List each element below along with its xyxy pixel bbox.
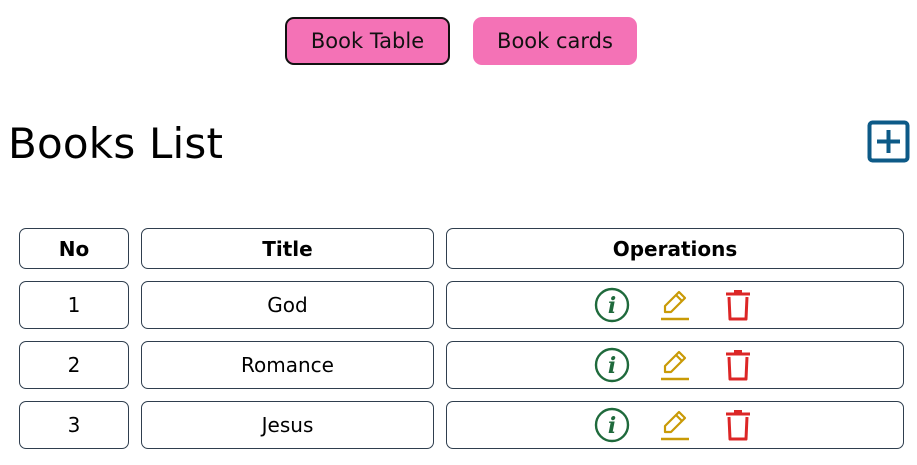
header-no: No bbox=[19, 228, 129, 269]
delete-button[interactable] bbox=[718, 285, 758, 325]
info-button[interactable]: i bbox=[592, 285, 632, 325]
delete-button[interactable] bbox=[718, 345, 758, 385]
svg-text:i: i bbox=[608, 293, 616, 319]
info-circle-icon: i bbox=[594, 287, 630, 323]
row-operations: i bbox=[446, 281, 904, 329]
info-circle-icon: i bbox=[594, 407, 630, 443]
row-operations: i bbox=[446, 341, 904, 389]
edit-button[interactable] bbox=[655, 405, 695, 445]
edit-pencil-icon bbox=[659, 348, 691, 382]
view-toggle: Book Table Book cards bbox=[0, 17, 917, 67]
delete-button[interactable] bbox=[718, 405, 758, 445]
header-title: Title bbox=[141, 228, 434, 269]
trash-icon bbox=[725, 289, 751, 321]
trash-icon bbox=[725, 349, 751, 381]
edit-button[interactable] bbox=[655, 345, 695, 385]
row-title: God bbox=[141, 281, 434, 329]
add-book-button[interactable] bbox=[867, 120, 910, 163]
edit-pencil-icon bbox=[659, 408, 691, 442]
row-no: 1 bbox=[19, 281, 129, 329]
page-title: Books List bbox=[8, 119, 224, 168]
row-title: Jesus bbox=[141, 401, 434, 449]
header-operations: Operations bbox=[446, 228, 904, 269]
book-table-button[interactable]: Book Table bbox=[285, 17, 450, 65]
plus-square-icon bbox=[867, 120, 910, 163]
svg-text:i: i bbox=[608, 413, 616, 439]
operation-icons: i bbox=[592, 345, 758, 385]
book-cards-button[interactable]: Book cards bbox=[473, 17, 637, 65]
page: Book Table Book cards Books List No Titl… bbox=[0, 0, 917, 465]
edit-pencil-icon bbox=[659, 288, 691, 322]
row-title: Romance bbox=[141, 341, 434, 389]
edit-button[interactable] bbox=[655, 285, 695, 325]
row-no: 2 bbox=[19, 341, 129, 389]
info-circle-icon: i bbox=[594, 347, 630, 383]
svg-text:i: i bbox=[608, 353, 616, 379]
operation-icons: i bbox=[592, 285, 758, 325]
row-no: 3 bbox=[19, 401, 129, 449]
info-button[interactable]: i bbox=[592, 345, 632, 385]
row-operations: i bbox=[446, 401, 904, 449]
info-button[interactable]: i bbox=[592, 405, 632, 445]
operation-icons: i bbox=[592, 405, 758, 445]
trash-icon bbox=[725, 409, 751, 441]
